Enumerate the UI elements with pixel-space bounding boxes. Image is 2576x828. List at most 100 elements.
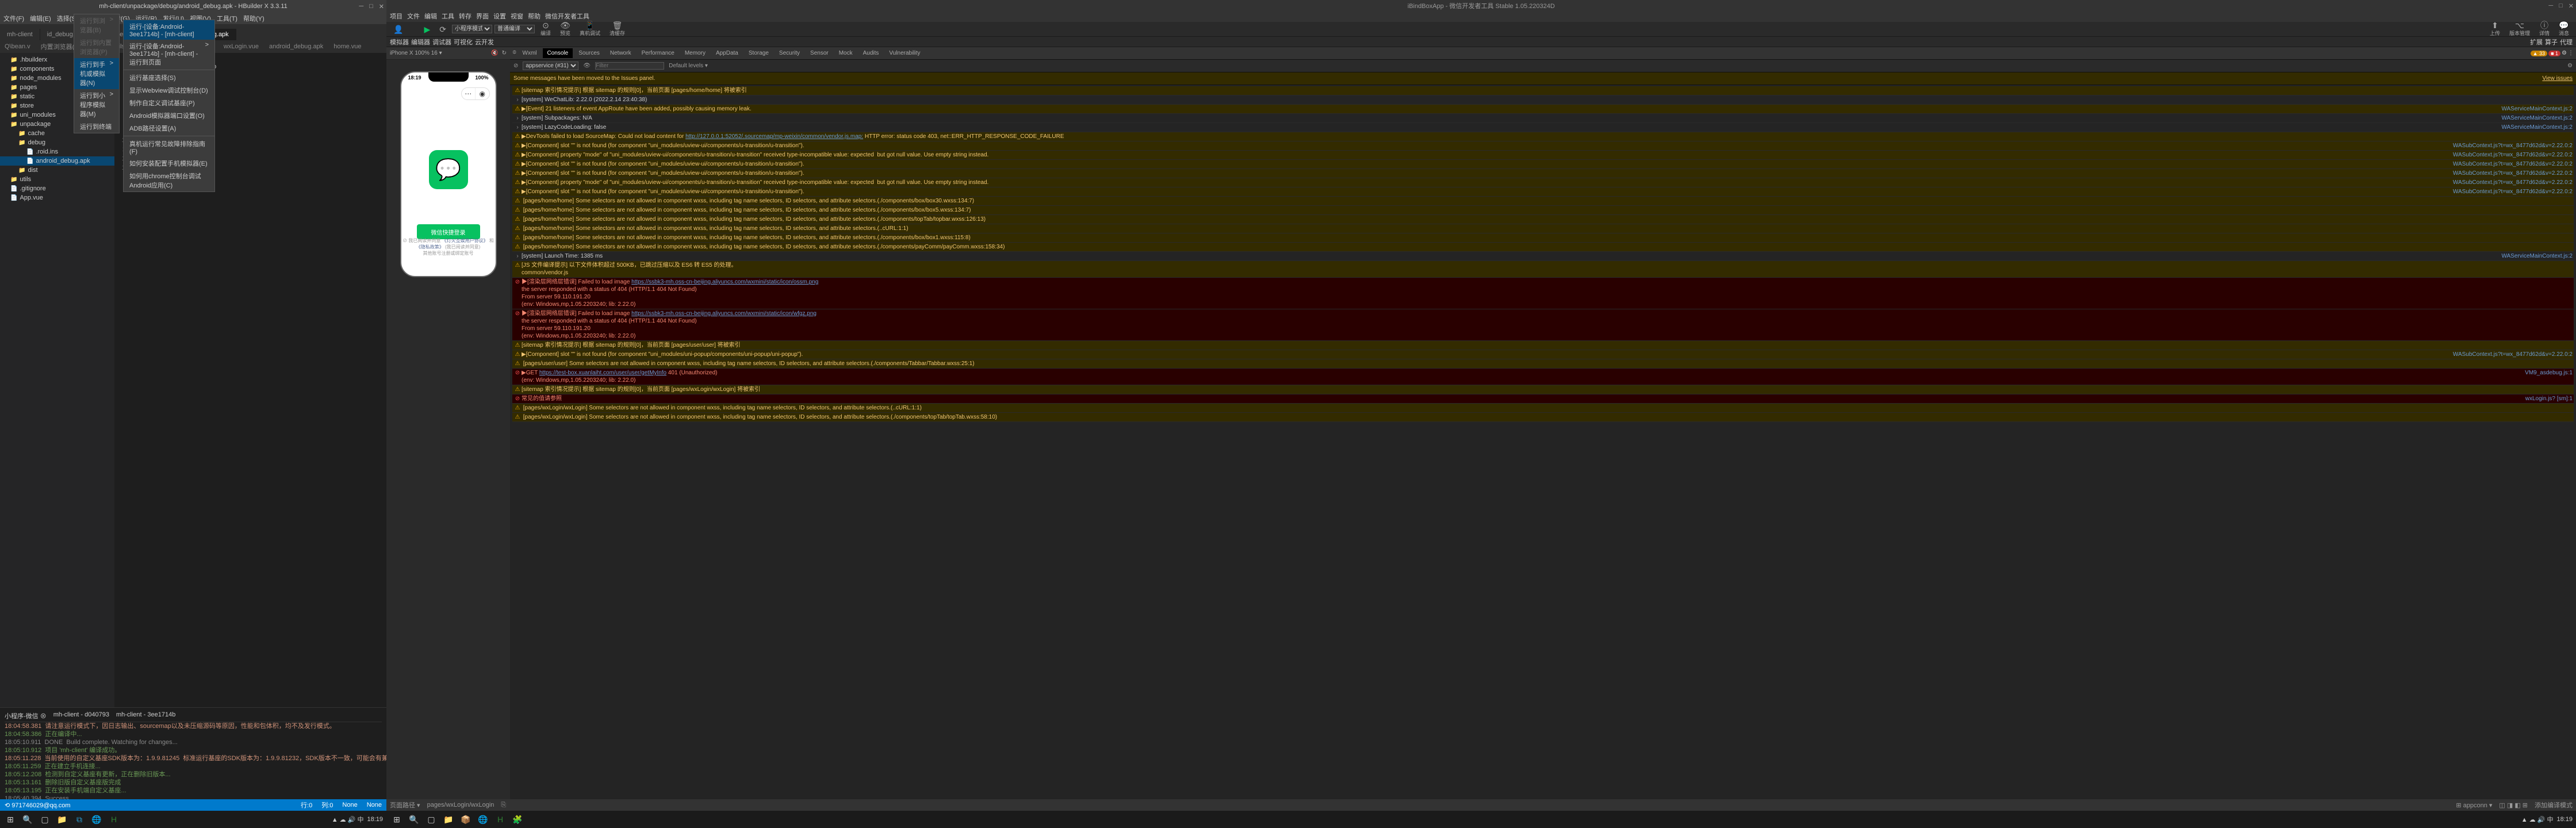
menu-tools[interactable]: 工具 bbox=[442, 12, 454, 22]
menu-item-miniprogram[interactable]: 运行到小程序模拟器(M)> bbox=[74, 89, 119, 120]
tab-mhclient[interactable]: mh-client bbox=[0, 29, 40, 40]
log-source[interactable]: WAServiceMainContext.js:2 bbox=[2501, 252, 2573, 260]
log-source[interactable]: WAServiceMainContext.js:2 bbox=[2501, 124, 2573, 131]
start-icon[interactable]: ⊞ bbox=[389, 812, 405, 826]
clear-console-icon[interactable]: ⊘ bbox=[513, 63, 518, 69]
context-select[interactable]: appservice (#31) bbox=[523, 62, 578, 70]
tab-vulnerability[interactable]: Vulnerability bbox=[884, 48, 925, 58]
log-source[interactable]: VM9_asdebug.js:1 bbox=[2525, 369, 2573, 377]
log-source[interactable]: WASubContext.js?t=wx_8477d62d&v=2.22.0:2 bbox=[2453, 160, 2573, 168]
app-icon[interactable]: H bbox=[492, 812, 508, 826]
menu-settings[interactable]: 设置 bbox=[493, 12, 506, 22]
app-icon[interactable]: 🧩 bbox=[509, 812, 526, 826]
console-tab[interactable]: mh-client - 3ee1714b bbox=[116, 711, 175, 720]
details-button[interactable]: ⓘ详情 bbox=[2536, 20, 2553, 38]
tree-item[interactable]: android_debug.apk bbox=[0, 156, 114, 166]
log-source[interactable]: WASubContext.js?t=wx_8477d62d&v=2.22.0:2 bbox=[2453, 179, 2573, 186]
view-issues-link[interactable]: View issues bbox=[2542, 75, 2573, 82]
menu-item-device[interactable]: 运行到手机或模拟器(N)> bbox=[74, 58, 119, 89]
user-agreement-link[interactable]: 《灯火互娱用户协议》 bbox=[442, 238, 488, 243]
more-icon[interactable]: ⋮ bbox=[2568, 50, 2574, 56]
log-source[interactable]: WASubContext.js?t=wx_8477d62d&v=2.22.0:2 bbox=[2453, 151, 2573, 159]
tree-item[interactable]: App.vue bbox=[0, 193, 114, 202]
tree-item[interactable]: .gitignore bbox=[0, 184, 114, 193]
tree-item[interactable]: utils bbox=[0, 175, 114, 184]
tab-appdata[interactable]: AppData bbox=[711, 48, 743, 58]
search-icon[interactable]: 🔍 bbox=[20, 812, 36, 826]
submenu-webview[interactable]: 显示Webview调试控制台(D) bbox=[124, 84, 214, 97]
avatar-icon[interactable]: 👤 bbox=[390, 24, 407, 34]
submenu-make-base[interactable]: 制作自定义调试基座(P) bbox=[124, 97, 214, 109]
mode-select[interactable]: 小程序模式 bbox=[452, 25, 492, 33]
clear-cache-button[interactable]: 🗑清缓存 bbox=[606, 20, 628, 38]
preview-button[interactable]: 👁预览 bbox=[557, 20, 574, 38]
third-proxy[interactable]: 代理 bbox=[2560, 37, 2573, 47]
menu-help[interactable]: 帮助(Y) bbox=[243, 14, 264, 23]
remote-debug-button[interactable]: 📱真机调试 bbox=[576, 20, 604, 38]
compile-button[interactable]: ⊙编译 bbox=[537, 20, 554, 38]
submenu-chrome-debug[interactable]: 如何用chrome控制台调试Android应用(C) bbox=[124, 170, 214, 191]
maximize-icon[interactable]: □ bbox=[369, 3, 373, 10]
console-output[interactable]: [sitemap 索引情况提示] 根据 sitemap 的规则[0]，当前页面 … bbox=[510, 85, 2576, 799]
settings-gear-icon[interactable]: ⚙ bbox=[2567, 63, 2573, 69]
app-icon[interactable]: 🌐 bbox=[475, 812, 491, 826]
menu-project[interactable]: 项目 bbox=[390, 12, 402, 22]
tab-sensor[interactable]: Sensor bbox=[806, 48, 833, 58]
tab-simulator[interactable]: 模拟器 bbox=[390, 37, 409, 47]
log-source[interactable]: WASubContext.js?t=wx_8477d62d&v=2.22.0:2 bbox=[2453, 188, 2573, 195]
add-compile-mode[interactable]: 添加编译模式 bbox=[2535, 800, 2573, 810]
menu-item-terminal[interactable]: 运行到终端 bbox=[74, 120, 119, 133]
crumb[interactable]: android_debug.apk bbox=[269, 43, 323, 50]
crumb[interactable]: home.vue bbox=[334, 43, 361, 50]
menu-edit[interactable]: 编辑 bbox=[424, 12, 437, 22]
submenu-run-page[interactable]: 运行-[设备:Android-3ee1714b] - [mh-client] -… bbox=[124, 40, 214, 68]
log-source[interactable]: WAServiceMainContext.js:2 bbox=[2501, 114, 2573, 122]
tab-sources[interactable]: Sources bbox=[574, 48, 604, 58]
minimize-icon[interactable]: ─ bbox=[359, 3, 363, 10]
menu-file[interactable]: 文件 bbox=[407, 12, 420, 22]
tray-icons[interactable]: ▲ ☁ 🔊 中 bbox=[332, 815, 364, 824]
filter-input[interactable] bbox=[595, 62, 664, 70]
submenu-run-device[interactable]: 运行-[设备:Android-3ee1714b] - [mh-client] bbox=[124, 20, 214, 40]
crumb[interactable]: wxLogin.vue bbox=[224, 43, 259, 50]
error-badge[interactable]: ■ 1 bbox=[2548, 51, 2560, 56]
submenu-adb-path[interactable]: ADB路径设置(A) bbox=[124, 122, 214, 135]
sim-sound-icon[interactable]: 🔇 bbox=[491, 50, 498, 56]
tab-performance[interactable]: Performance bbox=[637, 48, 679, 58]
maximize-icon[interactable]: □ bbox=[2559, 2, 2563, 10]
path-label[interactable]: 页面路径 ▾ bbox=[390, 800, 420, 810]
menu-item-browser[interactable]: 运行到浏览器(B)> bbox=[74, 14, 119, 36]
scene-select[interactable]: ⊞ appconn ▾ bbox=[2456, 802, 2492, 809]
privacy-policy-link[interactable]: 《隐私政策》 bbox=[416, 244, 444, 250]
capsule-menu[interactable]: ⋯ ◉ bbox=[461, 87, 490, 100]
copy-icon[interactable]: ⎘ bbox=[501, 802, 506, 809]
log-source[interactable]: WASubContext.js?t=wx_8477d62d&v=2.22.0:2 bbox=[2453, 170, 2573, 177]
phone-simulator[interactable]: 18:19 100% ⋯ ◉ 微信快捷登录 ⊘ 我已阅读并同意 《灯火互娱用户协… bbox=[400, 71, 497, 277]
eye-icon[interactable]: 👁 bbox=[583, 63, 591, 69]
close-icon[interactable]: ✕ bbox=[379, 3, 384, 10]
version-button[interactable]: ⌥版本管理 bbox=[2506, 20, 2533, 38]
status-account[interactable]: ⟲ 971746029@qq.com bbox=[5, 802, 71, 809]
tab-visual[interactable]: 可视化 bbox=[454, 37, 473, 47]
submenu-emulator-port[interactable]: Android模拟器端口设置(O) bbox=[124, 109, 214, 122]
menu-item-internal[interactable]: 运行到内置浏览器(P) bbox=[74, 36, 119, 58]
start-icon[interactable]: ⊞ bbox=[2, 812, 18, 826]
tree-item[interactable]: .roid.ins bbox=[0, 147, 114, 156]
settings-icon[interactable]: ⚙ bbox=[2562, 50, 2567, 56]
levels-select[interactable]: Default levels ▾ bbox=[669, 63, 708, 69]
hbuilder-icon[interactable]: H bbox=[106, 812, 122, 826]
tab-memory[interactable]: Memory bbox=[680, 48, 710, 58]
app-icon[interactable]: 📦 bbox=[458, 812, 474, 826]
crumb[interactable]: Q\bean.v bbox=[5, 43, 30, 50]
taskbar-clock[interactable]: 18:19 bbox=[2556, 816, 2573, 823]
tab-cloud[interactable]: 云开发 bbox=[475, 37, 494, 47]
task-view-icon[interactable]: ▢ bbox=[37, 812, 53, 826]
task-view-icon[interactable]: ▢ bbox=[423, 812, 439, 826]
vscode-icon[interactable]: ⧉ bbox=[71, 812, 87, 826]
tab-security[interactable]: Security bbox=[775, 48, 804, 58]
submenu-faq[interactable]: 真机运行常见故障排除指南(F) bbox=[124, 137, 214, 157]
search-icon[interactable]: 🔍 bbox=[406, 812, 422, 826]
log-source[interactable]: wxLogin.js? [sm]:1 bbox=[2525, 395, 2573, 402]
menu-window[interactable]: 视窗 bbox=[511, 12, 523, 22]
explorer-icon[interactable]: 📁 bbox=[54, 812, 70, 826]
